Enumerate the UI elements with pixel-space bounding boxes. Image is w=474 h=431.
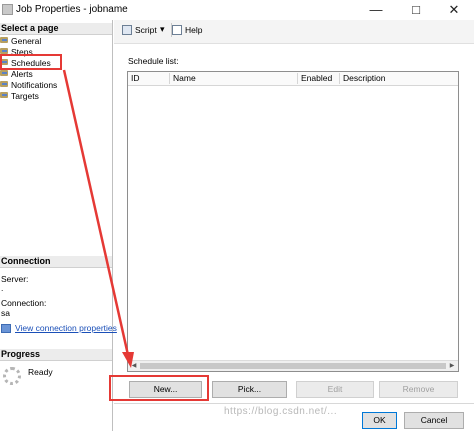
annotation-arrow-head xyxy=(122,352,134,368)
annotation-arrow-line xyxy=(62,69,130,356)
annotation-arrow xyxy=(62,69,134,368)
